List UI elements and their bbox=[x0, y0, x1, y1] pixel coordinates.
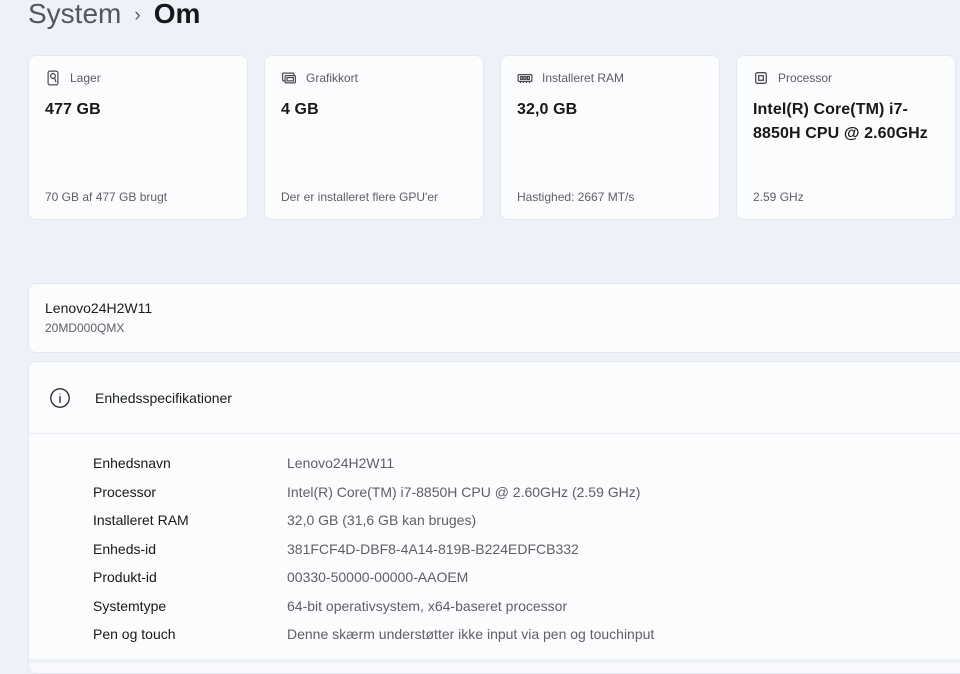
device-name: Lenovo24H2W11 bbox=[45, 299, 955, 318]
device-name-card: Lenovo24H2W11 20MD000QMX bbox=[28, 283, 960, 353]
graphics-card-value: 4 GB bbox=[281, 98, 467, 122]
breadcrumb: System › Om bbox=[28, 0, 200, 38]
spec-row-device-name: Enhedsnavn Lenovo24H2W11 bbox=[93, 449, 960, 478]
device-specifications-card: Enhedsspecifikationer Enhedsnavn Lenovo2… bbox=[28, 361, 960, 674]
storage-card: Lager 477 GB 70 GB af 477 GB brugt bbox=[28, 55, 248, 220]
spec-value: 381FCF4D-DBF8-4A14-819B-B224EDFCB332 bbox=[287, 541, 579, 557]
processor-card-value: Intel(R) Core(TM) i7-8850H CPU @ 2.60GHz bbox=[753, 98, 939, 146]
ram-card: Installeret RAM 32,0 GB Hastighed: 2667 … bbox=[500, 55, 720, 220]
storage-card-label: Lager bbox=[70, 71, 101, 85]
spec-label: Enheds-id bbox=[93, 541, 287, 557]
settings-about-page: System › Om Lager 477 GB 70 GB af 477 GB… bbox=[0, 0, 960, 674]
spec-label: Produkt-id bbox=[93, 569, 287, 585]
graphics-card: Grafikkort 4 GB Der er installeret flere… bbox=[264, 55, 484, 220]
spec-label: Installeret RAM bbox=[93, 512, 287, 528]
storage-card-footer: 70 GB af 477 GB brugt bbox=[45, 190, 231, 205]
breadcrumb-system[interactable]: System bbox=[28, 0, 121, 34]
page-title: Om bbox=[154, 0, 201, 34]
graphics-card-footer: Der er installeret flere GPU'er bbox=[281, 190, 467, 205]
spec-row-installed-ram: Installeret RAM 32,0 GB (31,6 GB kan bru… bbox=[93, 506, 960, 535]
spec-row-device-id: Enheds-id 381FCF4D-DBF8-4A14-819B-B224ED… bbox=[93, 535, 960, 564]
info-icon bbox=[49, 387, 71, 409]
gpu-icon bbox=[281, 70, 297, 86]
ram-card-header: Installeret RAM bbox=[517, 70, 703, 86]
processor-card: Processor Intel(R) Core(TM) i7-8850H CPU… bbox=[736, 55, 956, 220]
summary-cards-row: Lager 477 GB 70 GB af 477 GB brugt Grafi… bbox=[28, 55, 956, 220]
processor-card-label: Processor bbox=[778, 71, 832, 85]
graphics-card-header: Grafikkort bbox=[281, 70, 467, 86]
spec-value: 64-bit operativsystem, x64-baseret proce… bbox=[287, 598, 567, 614]
spec-value: Intel(R) Core(TM) i7-8850H CPU @ 2.60GHz… bbox=[287, 484, 640, 500]
spec-label: Processor bbox=[93, 484, 287, 500]
hard-drive-icon bbox=[45, 70, 61, 86]
spec-value: 32,0 GB (31,6 GB kan bruges) bbox=[287, 512, 476, 528]
spec-row-processor: Processor Intel(R) Core(TM) i7-8850H CPU… bbox=[93, 478, 960, 507]
spec-row-pen-touch: Pen og touch Denne skærm understøtter ik… bbox=[93, 620, 960, 649]
graphics-card-label: Grafikkort bbox=[306, 71, 358, 85]
processor-card-header: Processor bbox=[753, 70, 939, 86]
spec-row-product-id: Produkt-id 00330-50000-00000-AAOEM bbox=[93, 563, 960, 592]
chevron-right-icon: › bbox=[134, 0, 140, 36]
processor-card-footer: 2.59 GHz bbox=[753, 190, 939, 205]
device-specifications-expander[interactable]: Enhedsspecifikationer bbox=[29, 362, 960, 434]
spec-value: 00330-50000-00000-AAOEM bbox=[287, 569, 468, 585]
storage-card-value: 477 GB bbox=[45, 98, 231, 122]
device-specifications-title: Enhedsspecifikationer bbox=[95, 390, 232, 406]
spec-card-footer-strip bbox=[29, 663, 960, 673]
ram-card-label: Installeret RAM bbox=[542, 71, 624, 85]
spec-label: Pen og touch bbox=[93, 626, 287, 642]
cpu-icon bbox=[753, 70, 769, 86]
ram-card-footer: Hastighed: 2667 MT/s bbox=[517, 190, 703, 205]
spec-row-system-type: Systemtype 64-bit operativsystem, x64-ba… bbox=[93, 592, 960, 621]
storage-card-header: Lager bbox=[45, 70, 231, 86]
ram-card-value: 32,0 GB bbox=[517, 98, 703, 122]
spec-label: Systemtype bbox=[93, 598, 287, 614]
device-specifications-rows: Enhedsnavn Lenovo24H2W11 Processor Intel… bbox=[29, 434, 960, 649]
spec-value: Denne skærm understøtter ikke input via … bbox=[287, 626, 654, 642]
ram-icon bbox=[517, 70, 533, 86]
spec-value: Lenovo24H2W11 bbox=[287, 455, 394, 471]
device-model: 20MD000QMX bbox=[45, 320, 955, 336]
spec-label: Enhedsnavn bbox=[93, 455, 287, 471]
